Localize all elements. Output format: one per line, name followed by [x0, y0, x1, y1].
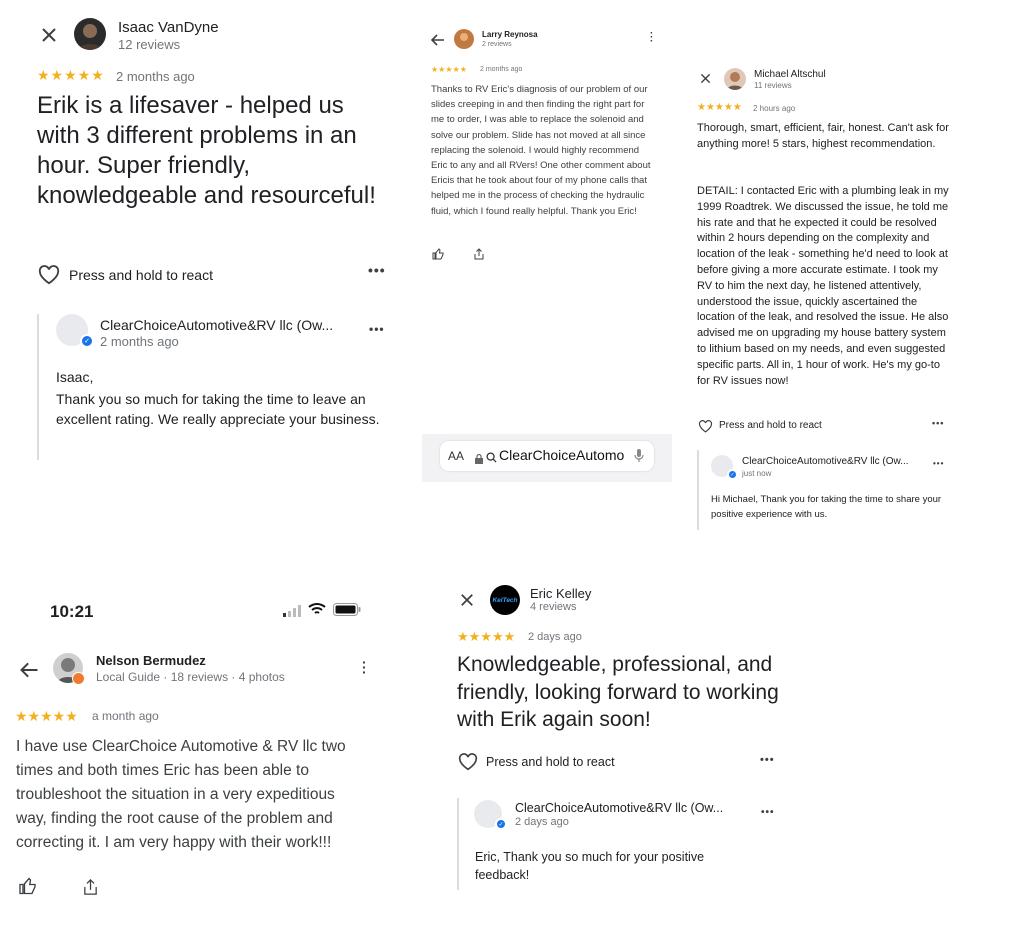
- more-options-icon[interactable]: •••: [760, 754, 775, 766]
- react-label[interactable]: Press and hold to react: [69, 267, 213, 283]
- close-icon[interactable]: [38, 24, 60, 46]
- review-text: Erik is a lifesaver - helped us with 3 d…: [37, 92, 376, 209]
- review-text-summary: Thorough, smart, efficient, fair, honest…: [697, 122, 949, 150]
- reviewer-name[interactable]: Michael Altschul: [754, 69, 826, 80]
- owner-reply-text: Eric, Thank you so much for your positiv…: [475, 850, 705, 882]
- reviewer-meta: 12 reviews: [118, 37, 181, 52]
- review-text: Knowledgeable, professional, and friendl…: [457, 653, 779, 731]
- owner-reply-text: Hi Michael, Thank you for taking the tim…: [711, 494, 942, 520]
- react-label[interactable]: Press and hold to react: [719, 420, 822, 431]
- owner-name[interactable]: ClearChoiceAutomotive&RV llc (Ow...: [515, 801, 723, 815]
- close-icon[interactable]: [458, 591, 476, 609]
- browser-toolbar: AA ClearChoiceAutomo: [422, 434, 672, 482]
- review-time: 2 days ago: [528, 631, 582, 643]
- close-icon[interactable]: [698, 71, 712, 85]
- search-icon: [486, 450, 497, 468]
- lock-icon: [475, 451, 483, 469]
- local-guide-badge-icon: [72, 672, 85, 685]
- address-bar[interactable]: AA ClearChoiceAutomo: [440, 441, 654, 471]
- owner-reply-greeting: Isaac,: [56, 369, 94, 385]
- star-rating: ★★★★★: [431, 65, 467, 74]
- star-rating: ★★★★★: [37, 67, 105, 83]
- reviewer-name[interactable]: Isaac VanDyne: [118, 19, 219, 36]
- like-icon[interactable]: [431, 247, 445, 261]
- owner-reply-time: just now: [742, 469, 772, 478]
- review-time: a month ago: [92, 709, 159, 723]
- heart-icon[interactable]: [697, 419, 713, 433]
- review-panel-michael: Michael Altschul 11 reviews ★★★★★ 2 hour…: [690, 55, 960, 533]
- owner-name[interactable]: ClearChoiceAutomotive&RV llc (Ow...: [742, 456, 909, 467]
- heart-icon[interactable]: [38, 264, 60, 286]
- reviewer-meta: 11 reviews: [754, 81, 792, 90]
- reviewer-meta: 4 reviews: [530, 601, 577, 613]
- more-options-icon[interactable]: · · ·: [650, 29, 653, 47]
- more-options-icon[interactable]: •••: [368, 262, 386, 278]
- more-options-icon[interactable]: •••: [933, 459, 944, 468]
- star-rating: ★★★★★: [697, 102, 742, 113]
- more-options-icon[interactable]: •••: [369, 322, 385, 336]
- review-panel-isaac: Isaac VanDyne 12 reviews ★★★★★ 2 months …: [0, 0, 410, 480]
- microphone-icon[interactable]: [634, 449, 644, 468]
- share-icon[interactable]: [80, 877, 100, 897]
- review-panel-larry: Larry Reynosa 2 reviews · · · ★★★★★ 2 mont…: [422, 18, 672, 484]
- reviewer-name[interactable]: Eric Kelley: [530, 586, 591, 601]
- review-text: I have use ClearChoice Automotive & RV l…: [16, 738, 346, 851]
- avatar: [724, 68, 746, 90]
- owner-reply: ✓ ClearChoiceAutomotive&RV llc (Ow... 2 …: [457, 798, 779, 890]
- owner-reply-time: 2 days ago: [515, 816, 569, 828]
- owner-reply-text: Thank you so much for taking the time to…: [56, 391, 380, 427]
- text-size-button[interactable]: AA: [448, 449, 464, 463]
- heart-icon[interactable]: [457, 752, 479, 772]
- star-rating: ★★★★★: [457, 629, 516, 644]
- avatar: [454, 29, 474, 49]
- react-label[interactable]: Press and hold to react: [486, 755, 615, 769]
- review-time: 2 months ago: [480, 66, 523, 73]
- back-arrow-icon[interactable]: [18, 660, 40, 680]
- review-text: Thanks to RV Eric's diagnosis of our pro…: [431, 84, 651, 217]
- share-icon[interactable]: [472, 247, 486, 261]
- owner-reply-time: 2 months ago: [100, 334, 179, 349]
- reviewer-meta: Local Guide · 18 reviews · 4 photos: [96, 670, 285, 684]
- more-options-icon[interactable]: · · ·: [362, 655, 367, 679]
- url-text[interactable]: ClearChoiceAutomo: [499, 447, 627, 463]
- verified-icon: ✓: [727, 469, 738, 480]
- owner-reply: ✓ ClearChoiceAutomotive&RV llc (Ow... ju…: [697, 450, 954, 530]
- battery-icon: [333, 603, 361, 621]
- more-options-icon[interactable]: •••: [761, 807, 775, 818]
- avatar: KelTech: [490, 585, 520, 615]
- review-panel-eric: KelTech Eric Kelley 4 reviews ★★★★★ 2 da…: [450, 580, 790, 890]
- review-time: 2 months ago: [116, 69, 195, 84]
- review-text-detail: DETAIL: I contacted Eric with a plumbing…: [697, 185, 949, 387]
- owner-name[interactable]: ClearChoiceAutomotive&RV llc (Ow...: [100, 317, 333, 333]
- signal-icon: [283, 604, 301, 622]
- star-rating: ★★★★★: [15, 708, 78, 724]
- back-arrow-icon[interactable]: [430, 32, 446, 48]
- status-time: 10:21: [50, 602, 94, 621]
- wifi-icon: [308, 602, 326, 621]
- avatar-logo-text: KelTech: [492, 596, 518, 604]
- more-options-icon[interactable]: •••: [932, 418, 944, 428]
- owner-reply: ✓ ClearChoiceAutomotive&RV llc (Ow... 2 …: [37, 314, 389, 460]
- verified-icon: ✓: [80, 334, 94, 348]
- reviewer-meta: 2 reviews: [482, 41, 512, 48]
- reviewer-name[interactable]: Nelson Bermudez: [96, 653, 206, 668]
- review-panel-nelson: 10:21 Nelson Bermudez Local Guide · 18 r…: [0, 590, 410, 910]
- avatar: [74, 18, 106, 50]
- verified-icon: ✓: [495, 818, 507, 830]
- like-icon[interactable]: [16, 876, 38, 896]
- reviewer-name[interactable]: Larry Reynosa: [482, 30, 538, 39]
- review-time: 2 hours ago: [753, 104, 796, 113]
